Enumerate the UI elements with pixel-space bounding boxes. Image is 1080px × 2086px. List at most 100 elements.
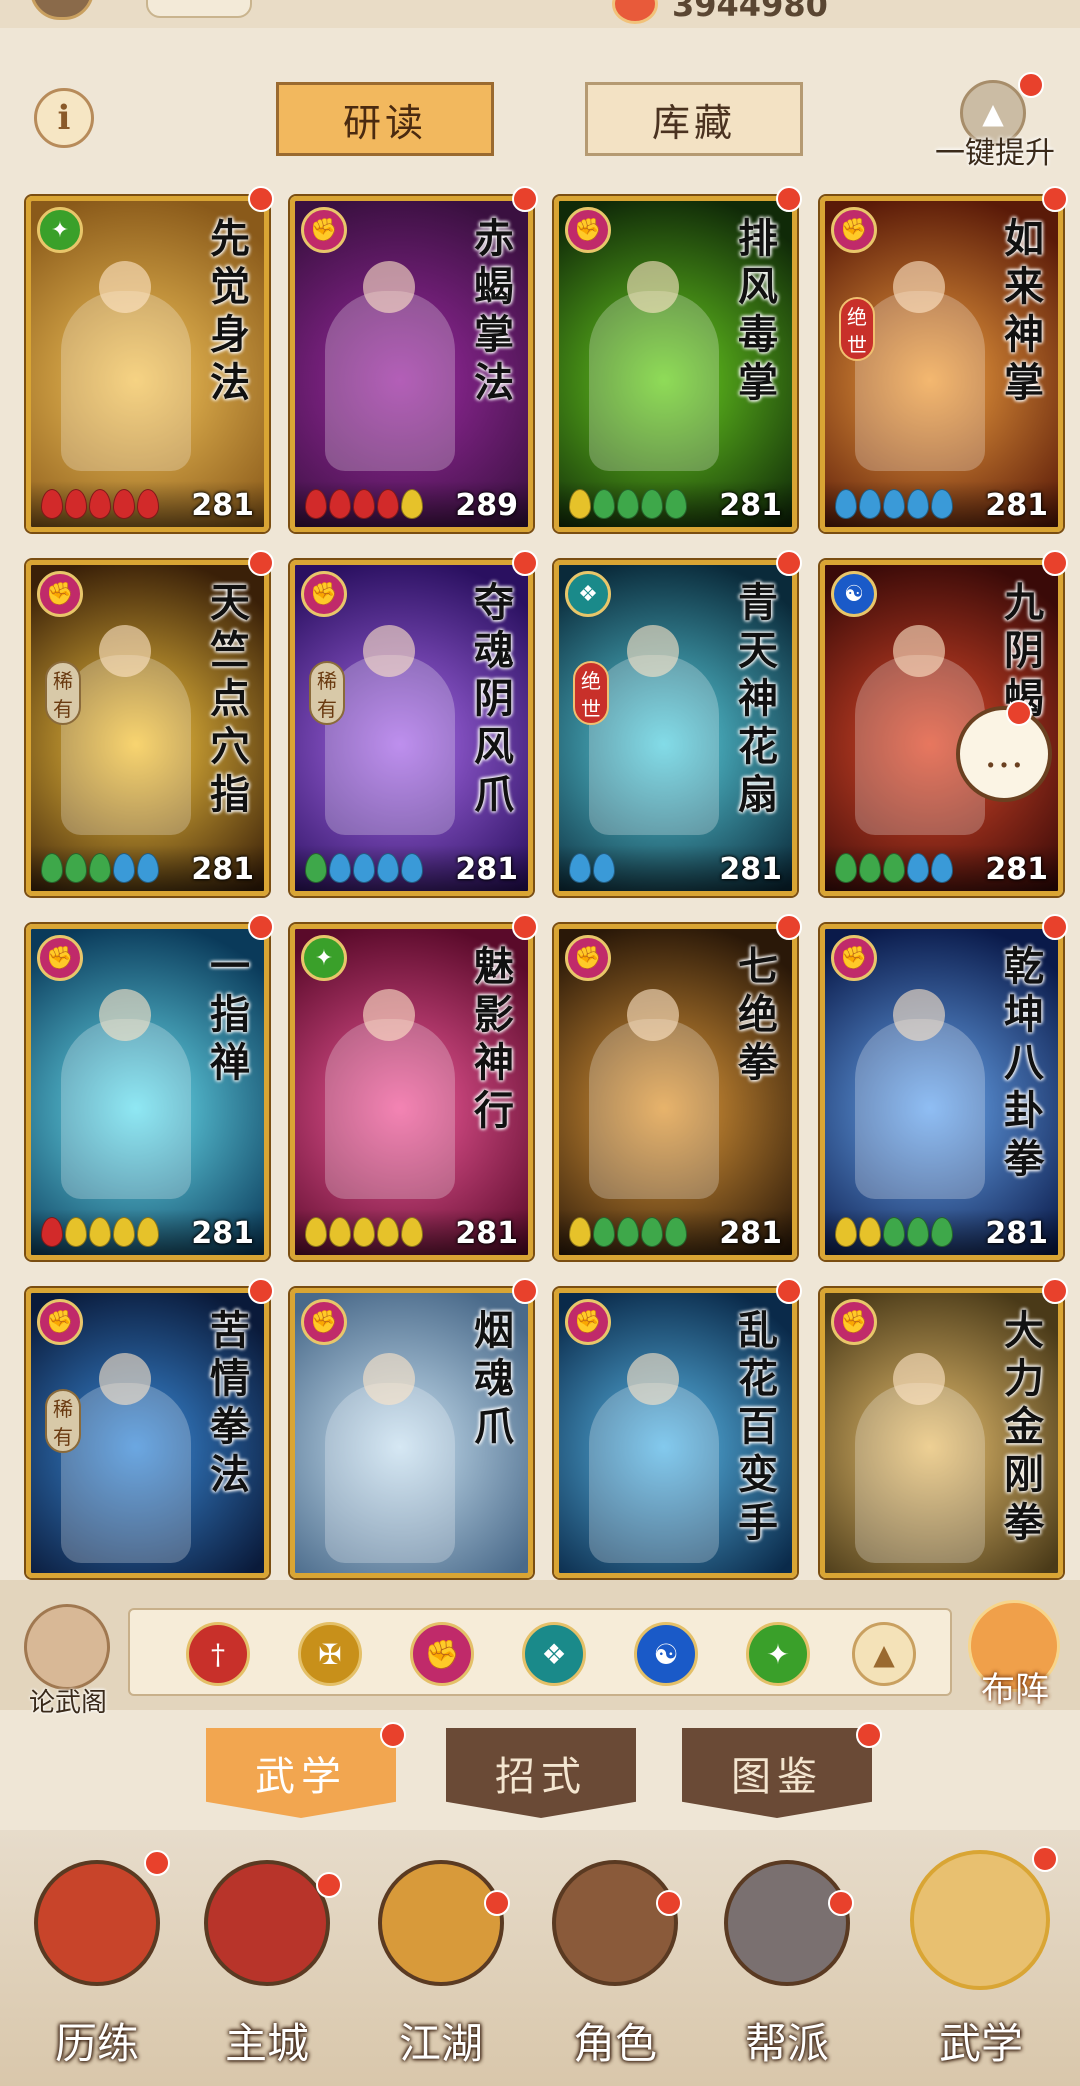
subtab-tujian[interactable]: 图鉴 xyxy=(682,1728,872,1818)
notification-dot xyxy=(776,1278,802,1304)
bead-row xyxy=(835,489,953,519)
martial-scroll-icon xyxy=(910,1850,1050,1990)
skill-card[interactable]: ✦ 先觉身法 281 xyxy=(26,196,269,532)
skill-name: 先觉身法 xyxy=(210,215,250,406)
player-pill[interactable] xyxy=(146,0,252,18)
taiji-icon[interactable]: ☯ xyxy=(634,1622,698,1686)
bead-row xyxy=(305,1217,423,1247)
leaf-icon: ✦ xyxy=(37,207,83,253)
tab-study[interactable]: 研读 xyxy=(276,82,494,156)
character-head xyxy=(627,989,679,1041)
skill-level: 281 xyxy=(455,852,518,887)
skill-card[interactable]: ✊ 苦情拳法 稀有 xyxy=(26,1288,269,1578)
gourd-sword-icon xyxy=(378,1860,504,1986)
leaf-icon: ✦ xyxy=(301,935,347,981)
notification-dot xyxy=(1018,72,1044,98)
fan-icon[interactable]: ❖ xyxy=(522,1622,586,1686)
collapse-arrow-icon[interactable]: ▲ xyxy=(852,1622,916,1686)
tab-store[interactable]: 库藏 xyxy=(585,82,803,156)
skill-card[interactable]: ✊ 赤蝎掌法 289 xyxy=(290,196,533,532)
bead-icon xyxy=(859,1217,881,1247)
skill-card[interactable]: ✊ 乾坤八卦拳 281 xyxy=(820,924,1063,1260)
fist-icon: ✊ xyxy=(301,207,347,253)
skill-card[interactable]: ❖ 青天神花扇 绝世 281 xyxy=(554,560,797,896)
bead-row xyxy=(305,853,423,883)
nav-lilian[interactable]: 历练 xyxy=(22,1860,172,2070)
skill-name: 一指禅 xyxy=(210,943,250,1086)
notification-dot xyxy=(380,1722,406,1748)
skill-card[interactable]: ✊ 烟魂爪 xyxy=(290,1288,533,1578)
skill-card[interactable]: ✊ 如来神掌 绝世 281 xyxy=(820,196,1063,532)
bead-row xyxy=(835,1217,953,1247)
chat-bubble-button[interactable]: … xyxy=(956,706,1052,802)
city-gate-icon xyxy=(204,1860,330,1986)
skill-level: 281 xyxy=(191,1216,254,1251)
skill-card[interactable]: ✊ 夺魂阴风爪 稀有 281 xyxy=(290,560,533,896)
bead-icon xyxy=(931,489,953,519)
leaf-icon[interactable]: ✦ xyxy=(746,1622,810,1686)
notification-dot xyxy=(512,914,538,940)
skill-card[interactable]: ✊ 天竺点穴指 稀有 281 xyxy=(26,560,269,896)
fist-icon: ✊ xyxy=(37,1299,83,1345)
character-head xyxy=(363,989,415,1041)
fist-icon: ✊ xyxy=(37,935,83,981)
skill-name: 如来神掌 xyxy=(1004,215,1044,406)
bead-row xyxy=(569,1217,687,1247)
fist-icon: ✊ xyxy=(301,1299,347,1345)
bead-icon xyxy=(329,853,351,883)
bead-icon xyxy=(137,853,159,883)
notification-dot xyxy=(1042,914,1068,940)
top-status-bar: 3944980 xyxy=(0,0,1080,28)
notification-dot xyxy=(144,1850,170,1876)
nav-label: 角色 xyxy=(572,2019,657,2068)
notification-dot xyxy=(776,914,802,940)
sword-icon[interactable]: † xyxy=(186,1622,250,1686)
blade-icon[interactable]: ✠ xyxy=(298,1622,362,1686)
skill-card[interactable]: ✦ 魅影神行 281 xyxy=(290,924,533,1260)
character-head xyxy=(627,1353,679,1405)
skill-level: 281 xyxy=(719,1216,782,1251)
character-head xyxy=(99,1353,151,1405)
skill-card[interactable]: ✊ 大力金刚拳 xyxy=(820,1288,1063,1578)
bead-icon xyxy=(353,489,375,519)
fist-icon: ✊ xyxy=(831,1299,877,1345)
bead-icon xyxy=(569,489,591,519)
bead-icon xyxy=(41,489,63,519)
fan-icon: ❖ xyxy=(565,571,611,617)
bead-icon xyxy=(89,489,111,519)
formation-button[interactable]: 布阵 xyxy=(960,1600,1070,1716)
bead-icon xyxy=(907,1217,929,1247)
lunwu-pavilion-button[interactable]: 论武阁 xyxy=(16,1604,116,1718)
fist-icon[interactable]: ✊ xyxy=(410,1622,474,1686)
skill-card[interactable]: ✊ 排风毒掌 281 xyxy=(554,196,797,532)
character-head xyxy=(627,625,679,677)
character-figure xyxy=(589,291,719,471)
fist-icon: ✊ xyxy=(37,571,83,617)
skill-name: 天竺点穴指 xyxy=(210,579,250,818)
rarity-tag: 稀有 xyxy=(45,661,81,725)
bead-icon xyxy=(593,489,615,519)
rarity-tag: 绝世 xyxy=(573,661,609,725)
character-figure xyxy=(855,1383,985,1563)
bead-icon xyxy=(883,1217,905,1247)
skill-level: 281 xyxy=(191,852,254,887)
formation-label: 布阵 xyxy=(981,1670,1049,1710)
bead-icon xyxy=(41,853,63,883)
skill-card[interactable]: ✊ 乱花百变手 xyxy=(554,1288,797,1578)
skill-card[interactable]: ✊ 一指禅 281 xyxy=(26,924,269,1260)
bead-row xyxy=(305,489,423,519)
info-button[interactable]: i xyxy=(34,88,94,148)
bead-icon xyxy=(377,489,399,519)
skill-card[interactable]: ✊ 七绝拳 281 xyxy=(554,924,797,1260)
player-avatar[interactable] xyxy=(30,0,94,20)
skill-name: 赤蝎掌法 xyxy=(474,215,514,406)
bead-icon xyxy=(641,489,663,519)
nav-wuxue[interactable]: 武学 xyxy=(906,1850,1056,2070)
bead-icon xyxy=(353,853,375,883)
character-figure xyxy=(325,1019,455,1199)
subtab-zhaoshi[interactable]: 招式 xyxy=(446,1728,636,1818)
bead-icon xyxy=(931,853,953,883)
subtab-wuxue[interactable]: 武学 xyxy=(206,1728,396,1818)
nav-label: 主城 xyxy=(224,2019,309,2068)
notification-dot xyxy=(1042,550,1068,576)
